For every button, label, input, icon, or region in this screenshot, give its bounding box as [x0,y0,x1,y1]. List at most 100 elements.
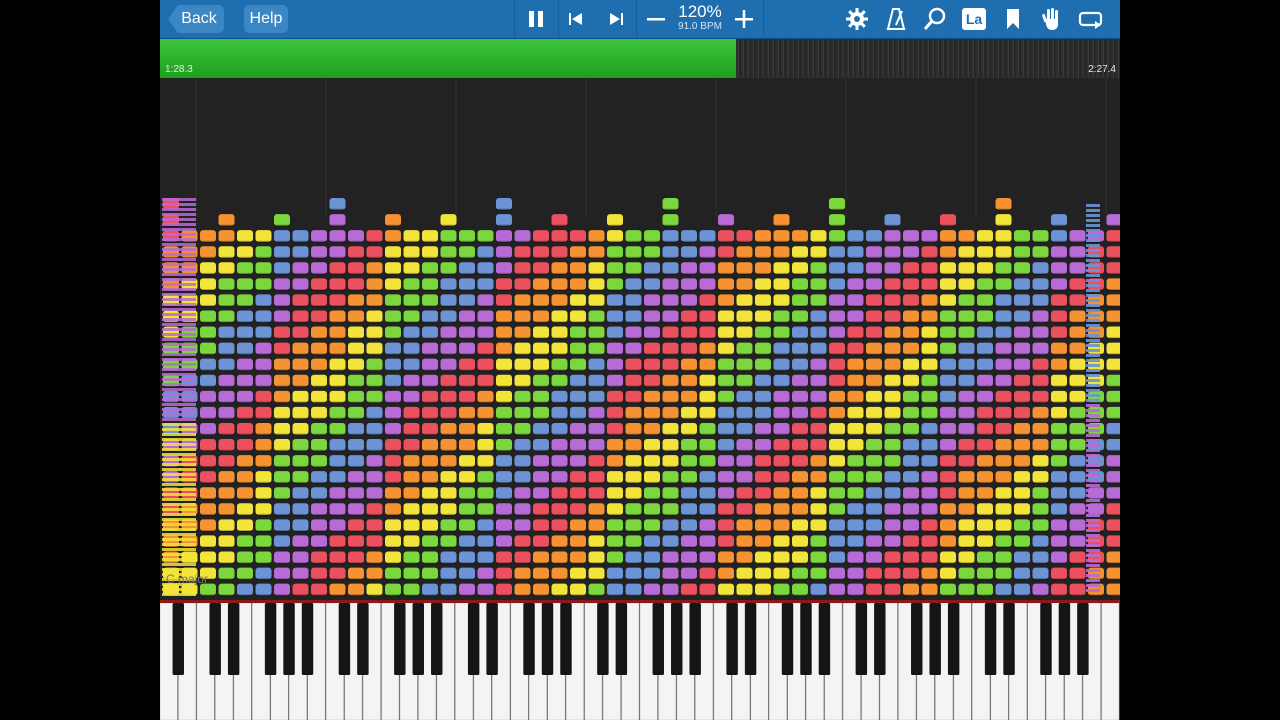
note-shadow [349,529,363,532]
falling-note [792,310,808,323]
falling-note [662,358,679,371]
falling-note [570,342,586,355]
falling-note [736,358,753,371]
note-shadow [571,272,585,275]
falling-note [422,262,438,274]
note-shadow [219,529,234,532]
note-shadow [737,594,752,597]
piano-keyboard[interactable] [160,600,1120,720]
falling-note [588,503,605,515]
note-shadow [404,240,419,243]
falling-note [1086,429,1100,432]
note-shadow [312,288,326,291]
note-shadow [996,465,1011,468]
note-shadow [441,385,456,388]
note-shadow [626,449,641,452]
hand-icon[interactable] [1037,4,1067,34]
note-shadow [904,562,918,565]
loop-icon[interactable] [1076,4,1106,34]
falling-note [699,310,716,323]
falling-note [162,443,196,446]
note-shadow [719,562,733,565]
falling-note [792,246,808,258]
falling-note [884,583,901,596]
note-shadow [885,449,900,452]
skip-back-icon[interactable] [561,4,591,34]
falling-note [292,246,309,258]
falling-note [940,551,956,564]
falling-note [496,342,512,355]
falling-note [385,471,401,483]
black-key [689,603,701,675]
falling-note [699,246,716,258]
note-shadow [756,465,770,468]
note-shadow [885,562,900,565]
pause-icon[interactable] [521,4,551,34]
back-button[interactable]: Back [168,5,224,33]
falling-note [1086,279,1100,282]
falling-note [921,422,938,435]
note-shadow [201,256,215,259]
note-shadow [645,497,659,500]
falling-note [1069,471,1086,483]
falling-note [366,487,383,499]
falling-note [292,406,309,419]
song-progress-bar[interactable]: 1:28.3 2:27.4 [160,39,1120,78]
note-shadow [608,337,622,340]
skip-forward-icon[interactable] [601,4,631,34]
falling-note [496,278,512,290]
plus-icon[interactable] [729,4,759,34]
falling-note [829,214,845,226]
falling-note [1086,509,1100,512]
falling-note [496,230,512,242]
falling-note [829,551,845,564]
falling-note [459,342,475,355]
note-shadow [571,594,585,597]
note-shadow [1107,305,1120,308]
falling-note [311,406,327,419]
note-shadow [349,321,363,324]
note-shadow [904,385,918,388]
falling-note [958,567,975,580]
bookmark-icon[interactable] [998,4,1028,34]
note-shadow [256,465,271,468]
falling-note [921,390,938,403]
falling-note [1086,544,1100,547]
note-shadow [201,401,215,404]
falling-note [218,278,235,290]
falling-note [607,519,623,531]
falling-note [570,390,586,403]
note-shadow [478,272,493,275]
note-shadow [534,240,548,243]
falling-note [162,223,196,226]
falling-note [588,246,605,258]
metronome-icon[interactable] [881,4,911,34]
falling-note [1086,529,1100,532]
note-shadow [275,417,289,420]
settings-gear-icon[interactable] [842,4,872,34]
falling-note [200,390,216,403]
note-shadow [645,272,659,275]
help-button[interactable]: Help [244,5,288,33]
note-shadow [275,433,289,436]
note-shadow [534,417,548,420]
falling-note [810,471,827,483]
note-shadow [386,337,400,340]
falling-note [1086,424,1100,427]
falling-note [792,439,808,451]
falling-note [847,422,864,435]
note-shadow [1052,272,1066,275]
falling-note [533,390,549,403]
falling-note [218,214,235,226]
magnifier-icon[interactable] [920,4,950,34]
note-shadow [441,321,456,324]
top-toolbar: Back Help 120% 91.0 BPM La [160,0,1120,39]
note-shadow [1052,385,1066,388]
falling-note [162,498,196,501]
note-shadow [460,433,474,436]
note-label-icon[interactable]: La [959,4,989,34]
falling-note [699,230,716,242]
falling-note [1014,294,1030,307]
falling-note [440,278,457,290]
falling-note [1051,326,1067,339]
